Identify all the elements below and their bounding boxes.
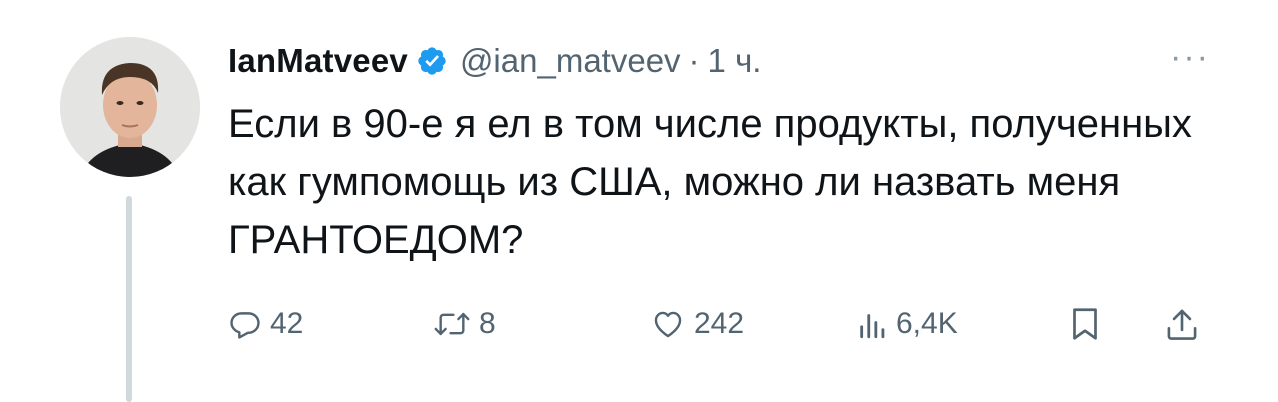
tweet-time[interactable]: 1 ч. [708,42,762,80]
retweet-count: 8 [479,307,496,340]
share-button[interactable] [1166,300,1198,348]
tweet-header: IanMatveev @ian_matveev · 1 ч. [228,38,761,84]
views-button[interactable]: 6,4K [858,300,958,348]
heart-icon [650,307,686,341]
retweet-button[interactable]: 8 [433,300,496,348]
avatar[interactable] [60,37,200,177]
thread-line [126,196,132,402]
retweet-icon [433,307,471,341]
share-icon [1166,306,1198,342]
reply-count: 42 [270,307,304,340]
like-button[interactable]: 242 [650,300,744,348]
author-name[interactable]: IanMatveev [228,42,408,80]
verified-badge-icon [416,45,448,77]
like-count: 242 [694,307,745,340]
views-count: 6,4K [896,307,958,340]
bookmark-button[interactable] [1070,300,1100,348]
bookmark-icon [1070,306,1100,342]
header-separator: · [688,42,700,79]
avatar-photo [60,37,200,177]
action-bar: 42 8 242 6,4K [228,300,1228,348]
reply-icon [228,307,262,341]
tweet-text: Если в 90-е я ел в том числе продукты, п… [228,102,1192,262]
author-handle[interactable]: @ian_matveev [460,42,681,80]
views-icon [858,307,888,341]
more-options-icon[interactable]: ··· [1170,40,1210,74]
reply-button[interactable]: 42 [228,300,303,348]
